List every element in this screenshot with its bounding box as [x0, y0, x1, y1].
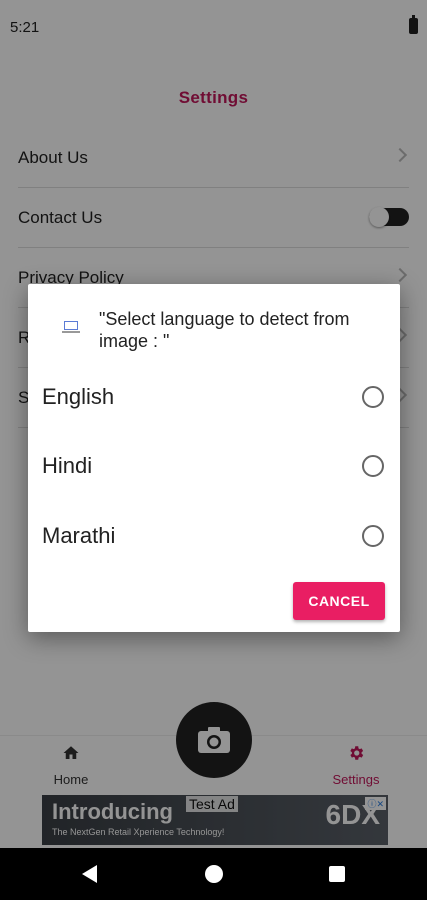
language-option-hindi[interactable]: Hindi	[28, 437, 400, 497]
home-circle-icon[interactable]	[205, 865, 223, 883]
option-label: English	[42, 384, 115, 409]
language-option-english[interactable]: English	[28, 368, 400, 428]
option-label: Hindi	[42, 453, 93, 478]
back-icon[interactable]	[82, 865, 97, 883]
dialog-title: "Select language to detect from image : …	[99, 309, 350, 351]
system-nav-bar	[0, 848, 427, 900]
language-option-marathi[interactable]: Marathi	[28, 507, 400, 567]
language-dialog: "Select language to detect from image : …	[28, 284, 400, 632]
radio-button[interactable]	[362, 386, 384, 408]
cancel-button[interactable]: CANCEL	[293, 582, 385, 620]
app-icon	[61, 320, 81, 336]
option-label: Marathi	[42, 523, 116, 548]
radio-button[interactable]	[362, 525, 384, 547]
radio-button[interactable]	[362, 455, 384, 477]
recents-icon[interactable]	[329, 866, 345, 882]
